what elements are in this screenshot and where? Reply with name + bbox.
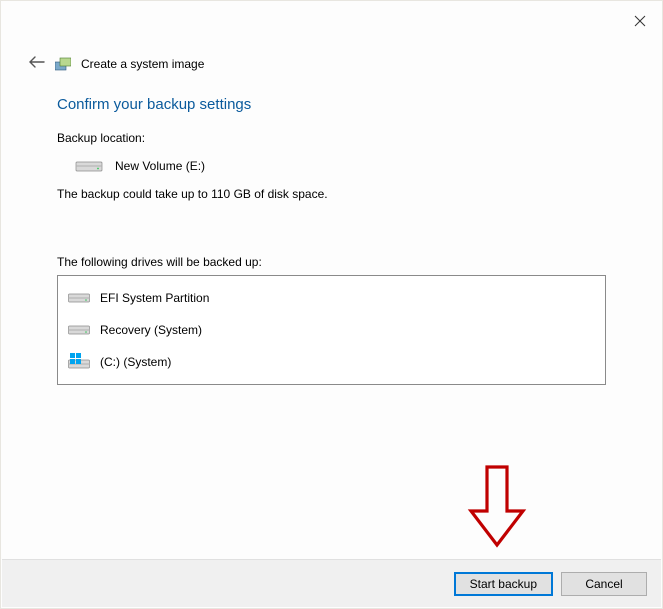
system-image-icon xyxy=(55,56,71,72)
hard-drive-icon xyxy=(68,321,90,339)
drive-item: Recovery (System) xyxy=(58,314,605,346)
wizard-window: Create a system image Confirm your backu… xyxy=(0,0,663,609)
back-button[interactable] xyxy=(29,55,45,72)
wizard-content: Confirm your backup settings Backup loca… xyxy=(1,72,662,385)
hard-drive-icon xyxy=(75,159,103,173)
windows-drive-icon xyxy=(68,353,90,371)
cancel-button[interactable]: Cancel xyxy=(561,572,647,596)
disk-space-info: The backup could take up to 110 GB of di… xyxy=(57,187,606,201)
drive-name: (C:) (System) xyxy=(100,355,171,369)
page-heading: Confirm your backup settings xyxy=(57,96,606,113)
backup-location-label: Backup location: xyxy=(57,131,606,145)
drives-list: EFI System Partition Recovery (System) xyxy=(57,275,606,385)
drive-item: EFI System Partition xyxy=(58,282,605,314)
wizard-title: Create a system image xyxy=(81,57,204,71)
arrow-left-icon xyxy=(29,56,45,68)
annotation-arrow-icon xyxy=(467,463,527,553)
drive-item: (C:) (System) xyxy=(58,346,605,378)
start-backup-button[interactable]: Start backup xyxy=(454,572,553,596)
hard-drive-icon xyxy=(68,289,90,307)
drive-name: Recovery (System) xyxy=(100,323,202,337)
button-bar: Start backup Cancel xyxy=(2,559,661,607)
wizard-header: Create a system image xyxy=(1,45,662,72)
drives-list-label: The following drives will be backed up: xyxy=(57,255,606,269)
backup-location-value: New Volume (E:) xyxy=(115,159,205,173)
backup-location-row: New Volume (E:) xyxy=(57,155,606,183)
drive-name: EFI System Partition xyxy=(100,291,209,305)
